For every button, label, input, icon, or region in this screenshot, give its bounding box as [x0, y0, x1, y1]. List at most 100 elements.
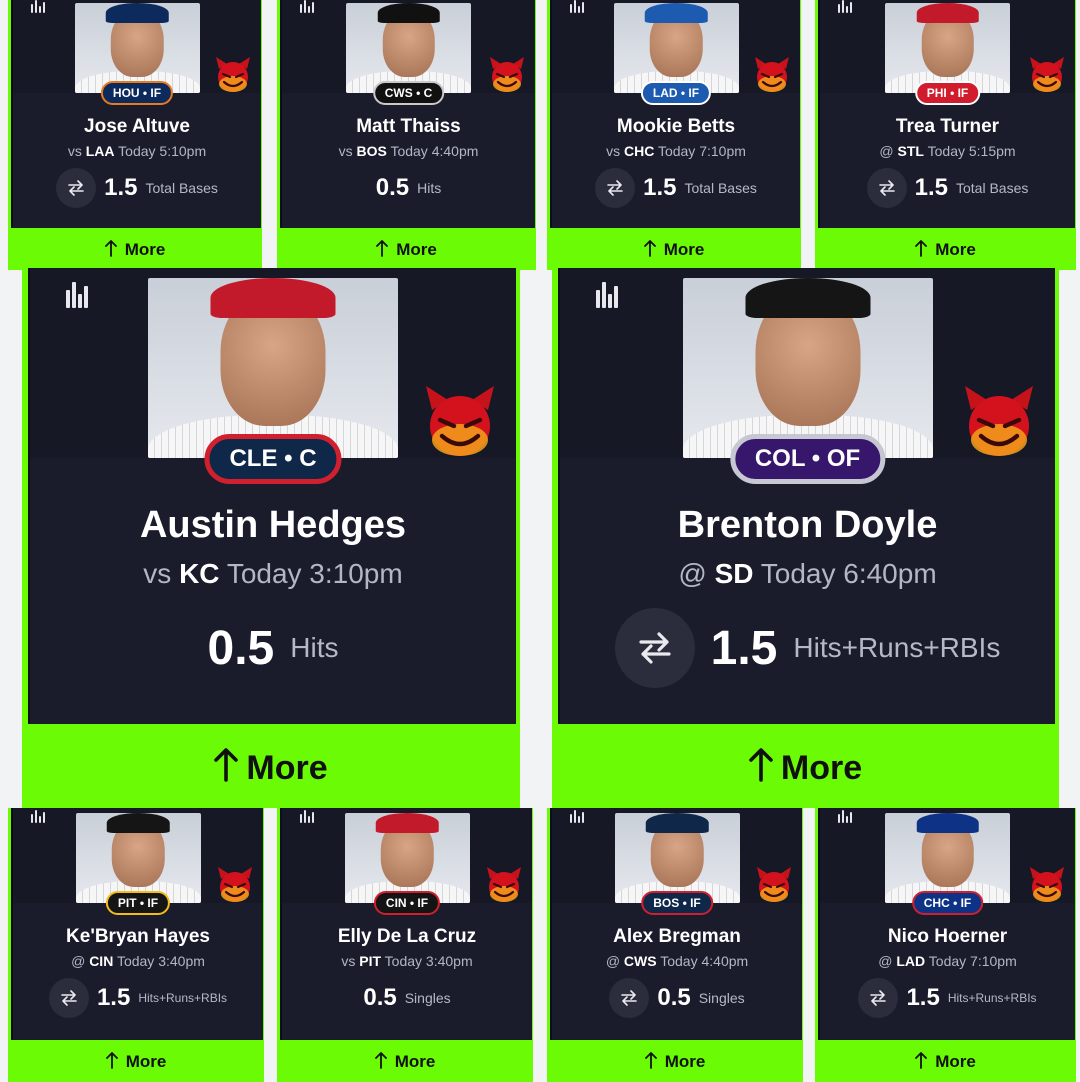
- pick-card[interactable]: CWS • C Matt Thaiss vs BOS Today 4:40pm 0.5…: [277, 0, 536, 270]
- bar-chart-icon[interactable]: [31, 0, 45, 13]
- up-arrow-icon: [749, 746, 773, 791]
- devil-emoji-icon: [484, 865, 524, 910]
- game-info: @ STL Today 5:15pm: [820, 143, 1075, 159]
- up-arrow-icon: [643, 239, 656, 262]
- devil-emoji-icon: [420, 382, 500, 467]
- player-name: Nico Hoerner: [887, 926, 1008, 947]
- devil-emoji-icon: [1027, 865, 1067, 910]
- devil-emoji-icon: [1027, 55, 1067, 100]
- team-position-badge: CLE • C: [204, 434, 342, 484]
- more-button[interactable]: More: [547, 1042, 803, 1082]
- bar-chart-icon[interactable]: [300, 810, 314, 823]
- swap-arrows-icon[interactable]: [858, 978, 899, 1018]
- up-arrow-icon: [374, 1051, 387, 1074]
- swap-arrows-icon[interactable]: [609, 978, 650, 1018]
- player-photo: [346, 3, 471, 93]
- opponent-abbr: CIN: [89, 953, 114, 969]
- pick-card[interactable]: CHC • IF Nico Hoerner @ LAD Today 7:10pm 1.…: [815, 808, 1076, 1082]
- bar-chart-icon[interactable]: [838, 0, 852, 13]
- bar-chart-icon[interactable]: [300, 0, 314, 13]
- line-value: 0.5: [363, 984, 397, 1011]
- more-label: More: [780, 748, 863, 787]
- devil-emoji-icon: [213, 55, 253, 100]
- more-button[interactable]: More: [547, 230, 801, 270]
- player-name: Mookie Betts: [616, 116, 736, 137]
- projection-line: 1.5 Hits+Runs+RBIs: [820, 977, 1075, 1019]
- devil-emoji-icon: [752, 55, 792, 100]
- bar-chart-icon[interactable]: [31, 810, 45, 823]
- card-body: HOU • IF Jose Altuve vs LAA Today 5:10pm 1.…: [11, 0, 261, 228]
- up-arrow-icon: [915, 239, 928, 262]
- pick-card[interactable]: HOU • IF Jose Altuve vs LAA Today 5:10pm 1.…: [8, 0, 262, 270]
- player-photo: [614, 813, 740, 903]
- line-value: 0.5: [657, 984, 691, 1011]
- player-photo: [613, 3, 739, 93]
- stat-type: Hits+Runs+RBIs: [947, 991, 1037, 1005]
- more-button[interactable]: More: [815, 1042, 1076, 1082]
- stat-type: Total Bases: [684, 180, 757, 196]
- game-prefix: vs: [606, 143, 621, 159]
- player-photo: [344, 813, 470, 903]
- line-value: 0.5: [207, 621, 275, 675]
- more-button[interactable]: More: [277, 230, 536, 270]
- player-photo: [74, 3, 200, 93]
- devil-emoji-icon: [487, 55, 527, 100]
- more-label: More: [396, 240, 437, 259]
- team-position-badge: HOU • IF: [100, 81, 174, 105]
- team-position-badge: CHC • IF: [911, 891, 984, 915]
- game-prefix: vs: [341, 953, 356, 969]
- stat-type: Total Bases: [145, 180, 218, 196]
- bar-chart-icon[interactable]: [838, 810, 852, 823]
- pick-card[interactable]: CLE • C Austin Hedges vs KC Today 3:10pm 0.…: [22, 268, 520, 808]
- bar-chart-icon[interactable]: [66, 282, 88, 308]
- game-prefix: vs: [67, 143, 82, 159]
- line-value: 0.5: [375, 174, 410, 201]
- swap-arrows-icon[interactable]: [614, 608, 695, 688]
- pick-card[interactable]: CIN • IF Elly De La Cruz vs PIT Today 3:40…: [277, 808, 533, 1082]
- projection-line: 1.5 Total Bases: [13, 167, 261, 209]
- more-label: More: [124, 240, 166, 259]
- pick-card[interactable]: COL • OF Brenton Doyle @ SD Today 6:40pm 1.…: [552, 268, 1059, 808]
- more-button[interactable]: More: [815, 230, 1076, 270]
- more-button[interactable]: More: [277, 1042, 533, 1082]
- game-info: @ CWS Today 4:40pm: [552, 953, 802, 969]
- game-info: vs PIT Today 3:40pm: [282, 953, 532, 969]
- more-button[interactable]: More: [8, 1042, 264, 1082]
- player-name: Matt Thaiss: [356, 116, 461, 137]
- opponent-abbr: LAD: [896, 953, 926, 969]
- bar-chart-icon[interactable]: [570, 0, 584, 13]
- bar-chart-icon[interactable]: [570, 810, 584, 823]
- devil-emoji-icon: [959, 382, 1039, 467]
- player-photo: [885, 3, 1010, 93]
- pick-card[interactable]: PHI • IF Trea Turner @ STL Today 5:15pm 1.5…: [815, 0, 1076, 270]
- more-button[interactable]: More: [22, 728, 520, 808]
- pick-card[interactable]: LAD • IF Mookie Betts vs CHC Today 7:10pm 1…: [547, 0, 801, 270]
- game-time: Today 6:40pm: [760, 558, 937, 589]
- game-prefix: @: [71, 953, 86, 969]
- line-value: 1.5: [643, 174, 677, 201]
- card-body: CLE • C Austin Hedges vs KC Today 3:10pm 0.…: [28, 268, 516, 724]
- player-name: Alex Bregman: [613, 926, 741, 947]
- more-button[interactable]: More: [552, 728, 1059, 808]
- game-info: @ LAD Today 7:10pm: [820, 953, 1075, 969]
- card-body: CWS • C Matt Thaiss vs BOS Today 4:40pm 0.5…: [280, 0, 535, 228]
- team-position-badge: LAD • IF: [640, 81, 712, 105]
- stat-type: Hits+Runs+RBIs: [793, 632, 1001, 663]
- stat-type: Hits+Runs+RBIs: [138, 991, 228, 1005]
- swap-arrows-icon[interactable]: [866, 168, 907, 208]
- game-prefix: vs: [143, 558, 172, 589]
- game-info: vs KC Today 3:10pm: [30, 558, 516, 590]
- more-button[interactable]: More: [8, 230, 262, 270]
- player-photo: [885, 813, 1010, 903]
- swap-arrows-icon[interactable]: [56, 168, 97, 208]
- projection-line: 1.5 Total Bases: [552, 167, 800, 209]
- card-body: PHI • IF Trea Turner @ STL Today 5:15pm 1.5…: [818, 0, 1075, 228]
- up-arrow-icon: [105, 1051, 118, 1074]
- pick-card[interactable]: BOS • IF Alex Bregman @ CWS Today 4:40pm 0.…: [547, 808, 803, 1082]
- bar-chart-icon[interactable]: [596, 282, 618, 308]
- up-arrow-icon: [214, 746, 239, 791]
- card-body: CHC • IF Nico Hoerner @ LAD Today 7:10pm 1.…: [818, 808, 1075, 1040]
- swap-arrows-icon[interactable]: [48, 978, 89, 1018]
- swap-arrows-icon[interactable]: [595, 168, 636, 208]
- pick-card[interactable]: PIT • IF Ke'Bryan Hayes @ CIN Today 3:40pm…: [8, 808, 264, 1082]
